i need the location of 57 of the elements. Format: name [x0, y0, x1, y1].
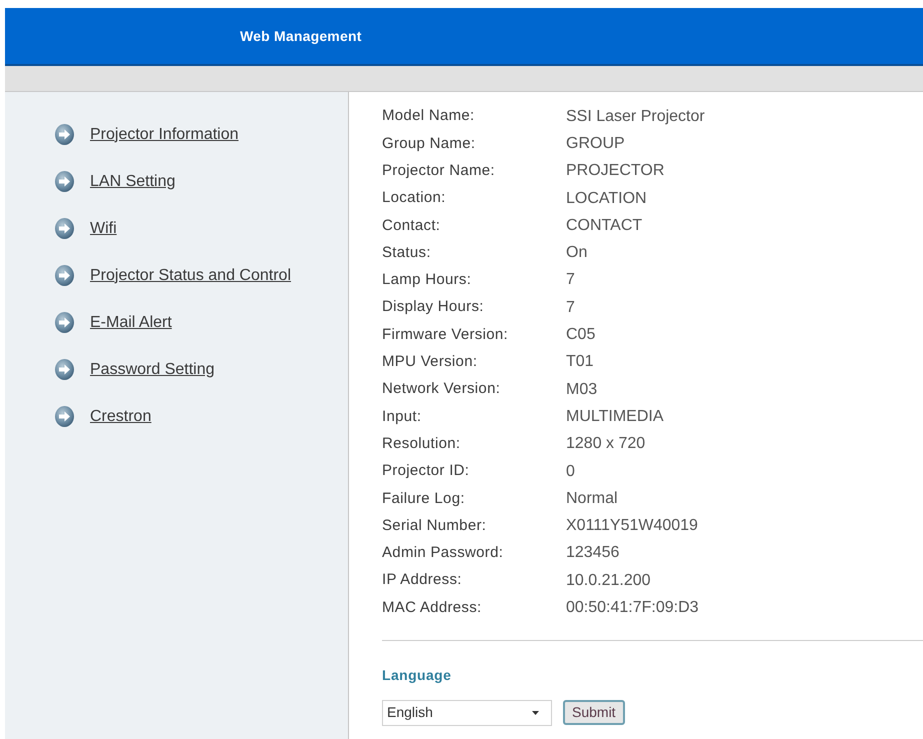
field-label: Firmware Version:	[382, 324, 509, 345]
field-label: Status:	[382, 242, 432, 263]
field-value: PROJECTOR	[566, 161, 664, 182]
field-label: Projector Name:	[382, 160, 496, 181]
field-value: M03	[566, 380, 598, 400]
field-value: 00:50:41:7F:09:D3	[566, 598, 699, 618]
field-value: CONTACT	[566, 216, 642, 236]
field-value: X0111Y51W40019	[566, 516, 698, 536]
arrow-circle-icon	[55, 124, 74, 145]
field-value: 7	[566, 298, 575, 318]
arrow-circle-icon	[55, 265, 74, 286]
sidebar-link[interactable]: E-Mail Alert	[90, 310, 172, 334]
sidebar-link[interactable]: Crestron	[90, 404, 152, 428]
field-value: 0	[566, 462, 575, 482]
field-value: LOCATION	[566, 188, 647, 209]
field-value: MULTIMEDIA	[566, 406, 664, 427]
field-label: Group Name:	[382, 134, 476, 154]
language-heading: Language	[382, 666, 452, 685]
field-value: On	[566, 243, 588, 264]
field-label: IP Address:	[382, 570, 463, 590]
field-label: Location:	[382, 188, 447, 208]
field-label: Lamp Hours:	[382, 270, 472, 290]
field-label: Serial Number:	[382, 516, 488, 536]
field-label: MAC Address:	[382, 598, 482, 618]
header-title: Web Management	[240, 26, 362, 46]
arrow-circle-icon	[55, 171, 74, 192]
field-value: GROUP	[566, 134, 625, 154]
field-label: Display Hours:	[382, 297, 485, 318]
sidebar-link[interactable]: Wifi	[90, 216, 117, 240]
field-value: SSI Laser Projector	[566, 106, 705, 127]
sidebar-link[interactable]: Projector Information	[90, 122, 239, 146]
field-value: C05	[566, 325, 596, 346]
submit-button[interactable]: Submit	[563, 700, 625, 726]
field-label: Failure Log:	[382, 488, 466, 509]
arrow-circle-icon	[55, 218, 74, 239]
arrow-circle-icon	[55, 406, 74, 427]
field-label: Input:	[382, 406, 422, 427]
field-value: 7	[566, 270, 575, 290]
sidebar-link[interactable]: Projector Status and Control	[90, 264, 291, 288]
field-label: MPU Version:	[382, 352, 478, 372]
field-label: Network Version:	[382, 379, 502, 400]
field-label: Model Name:	[382, 106, 476, 126]
arrow-circle-icon	[55, 312, 74, 333]
field-value: 1280 x 720	[566, 434, 646, 454]
field-label: Admin Password:	[382, 543, 504, 564]
dropdown-caret-icon	[532, 710, 539, 715]
field-value: T01	[566, 352, 594, 372]
field-value: 123456	[566, 543, 620, 564]
sidebar-link[interactable]: Password Setting	[90, 358, 215, 382]
field-label: Projector ID:	[382, 461, 470, 482]
field-label: Resolution:	[382, 434, 462, 454]
field-value: 10.0.21.200	[566, 570, 651, 591]
arrow-circle-icon	[55, 359, 74, 380]
field-label: Contact:	[382, 216, 442, 236]
language-select[interactable]: English	[382, 700, 552, 726]
sidebar-link[interactable]: LAN Setting	[90, 170, 176, 194]
field-value: Normal	[566, 488, 618, 509]
